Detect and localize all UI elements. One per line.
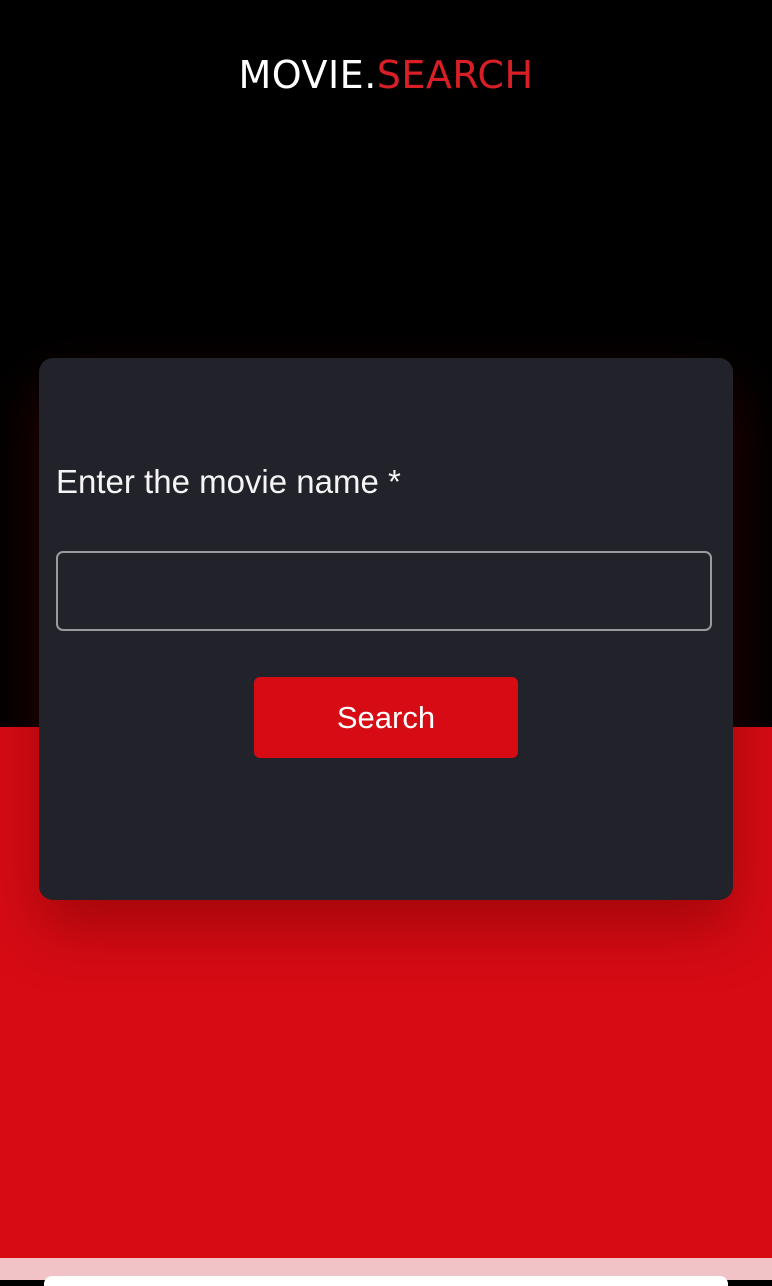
- footer-strip: [0, 1258, 772, 1286]
- search-button[interactable]: Search: [254, 677, 518, 758]
- movie-name-input[interactable]: [56, 551, 712, 631]
- logo-main-text: MOVIE.: [238, 53, 377, 97]
- footer-panel-edge: [44, 1276, 728, 1286]
- logo-accent-text: SEARCH: [376, 53, 534, 97]
- search-card: Enter the movie name * Search: [39, 358, 733, 900]
- site-logo[interactable]: MOVIE.SEARCH: [0, 50, 772, 100]
- movie-name-label: Enter the movie name *: [56, 463, 401, 500]
